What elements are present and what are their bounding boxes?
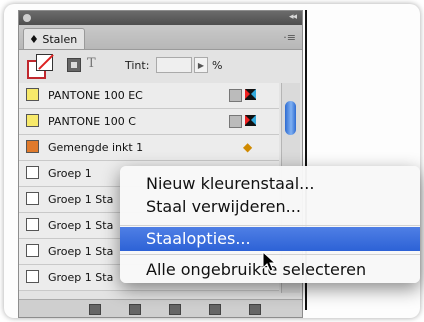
- swatch-color-chip: [26, 244, 39, 257]
- tint-label: Tint:: [125, 59, 150, 72]
- tint-unit: %: [212, 59, 223, 72]
- panel-title-bar[interactable]: ◂◂: [19, 11, 302, 25]
- tint-arrow-icon[interactable]: ▶: [194, 57, 208, 73]
- tint-input[interactable]: [156, 57, 192, 73]
- swatch-color-chip: [26, 192, 39, 205]
- swatch-name: Groep 1: [48, 167, 92, 180]
- swatch-name: Groep 1 Sta: [48, 271, 114, 284]
- swatch-color-chip: [26, 218, 39, 231]
- color-mode-icon: [229, 89, 242, 102]
- swatch-name: Groep 1 Sta: [48, 193, 114, 206]
- menu-item-delete-swatch[interactable]: Staal verwijderen...: [120, 195, 420, 219]
- spot-color-icon: [245, 89, 256, 100]
- tab-swatches[interactable]: ♦ Stalen: [23, 28, 85, 49]
- show-all-icon[interactable]: [89, 304, 101, 315]
- new-swatch-icon[interactable]: [209, 304, 221, 315]
- swatch-toolbar: T Tint: ▶ %: [19, 50, 302, 82]
- menu-item-swatch-options[interactable]: Staalopties...: [120, 227, 420, 251]
- color-mode-icon: [229, 115, 242, 128]
- swatch-color-chip: [26, 270, 39, 283]
- menu-separator: [120, 225, 420, 226]
- panel-bottom-bar: [19, 299, 302, 317]
- swatch-name: PANTONE 100 EC: [48, 89, 143, 102]
- tab-row: ♦ Stalen ·≡: [19, 25, 302, 50]
- formatting-container-icon[interactable]: [67, 58, 81, 72]
- swatch-name: Gemengde inkt 1: [48, 141, 144, 154]
- spot-color-icon: [245, 115, 256, 126]
- panel-menu-icon[interactable]: ·≡: [283, 31, 296, 44]
- swatch-color-chip: [26, 114, 39, 127]
- scrollbar-thumb[interactable]: [285, 101, 296, 135]
- swatch-name: Groep 1 Sta: [48, 219, 114, 232]
- swatch-color-chip: [26, 166, 39, 179]
- new-group-icon[interactable]: [169, 304, 181, 315]
- color-swatches-icon[interactable]: [129, 304, 141, 315]
- swatch-row[interactable]: PANTONE 100 C: [19, 109, 279, 135]
- swatch-name: PANTONE 100 C: [48, 115, 136, 128]
- swatch-row[interactable]: PANTONE 100 EC: [19, 83, 279, 109]
- swatch-color-chip: [26, 140, 39, 153]
- menu-item-new-swatch[interactable]: Nieuw kleurenstaal...: [120, 172, 420, 196]
- swatch-color-chip: [26, 88, 39, 101]
- fill-stroke-icon[interactable]: [27, 54, 54, 79]
- cursor-icon: [262, 251, 277, 272]
- collapse-icon[interactable]: ◂◂: [289, 12, 297, 22]
- trash-icon[interactable]: [249, 304, 261, 315]
- swatch-row[interactable]: Gemengde inkt 1 ◆: [19, 135, 279, 161]
- close-icon[interactable]: [23, 14, 31, 22]
- formatting-text-button[interactable]: T: [87, 56, 96, 71]
- mixed-ink-icon: ◆: [243, 140, 253, 154]
- swatch-name: Groep 1 Sta: [48, 245, 114, 258]
